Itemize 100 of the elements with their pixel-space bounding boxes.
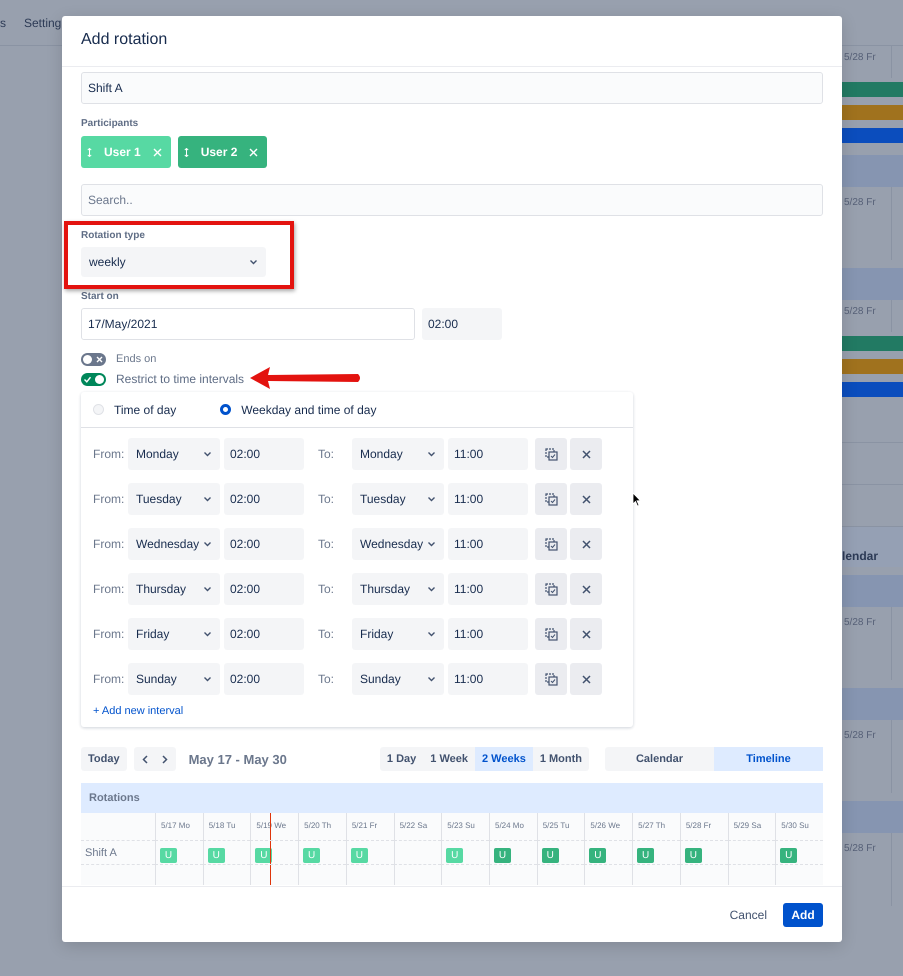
- remove-button[interactable]: [570, 483, 602, 515]
- time-field[interactable]: 02:00: [224, 438, 304, 470]
- chevron-right-icon: [162, 754, 168, 764]
- duplicate-icon: [544, 448, 558, 460]
- chevron-down-icon: [203, 496, 212, 502]
- day-header: 5/23 Su: [441, 813, 489, 841]
- day-dropdown[interactable]: Tuesday: [128, 483, 220, 515]
- dialog-title: Add rotation: [81, 31, 168, 49]
- close-icon: [152, 148, 162, 156]
- radio-option[interactable]: Weekday and time of day: [220, 402, 376, 416]
- remove-button[interactable]: [570, 573, 602, 605]
- group-band: [842, 155, 903, 187]
- name-field[interactable]: Shift A: [81, 72, 823, 104]
- period-tab[interactable]: 1 Week: [423, 747, 475, 771]
- day-dropdown[interactable]: Monday: [128, 438, 220, 470]
- duplicate-icon: [544, 492, 558, 506]
- close-icon: [582, 630, 590, 638]
- from-label: From:: [93, 582, 126, 596]
- view-tab[interactable]: Calendar: [605, 747, 714, 771]
- from-label: From:: [93, 447, 126, 461]
- time-field[interactable]: 02:00: [422, 308, 502, 340]
- remove-button[interactable]: [570, 618, 602, 650]
- day-dropdown[interactable]: Thursday: [128, 573, 220, 605]
- chevron-down-icon: [203, 586, 212, 592]
- period-tab[interactable]: 1 Day: [380, 747, 424, 771]
- time-field[interactable]: 11:00: [448, 618, 528, 650]
- toggle-switch[interactable]: [81, 352, 106, 366]
- date-field[interactable]: 17/May/2021: [81, 308, 415, 340]
- day-dropdown[interactable]: Thursday: [352, 573, 444, 605]
- day-dropdown[interactable]: Sunday: [128, 663, 220, 695]
- time-field[interactable]: 02:00: [224, 483, 304, 515]
- period-tab[interactable]: 2 Weeks: [475, 747, 533, 771]
- time-field[interactable]: 02:00: [224, 663, 304, 695]
- time-field[interactable]: 11:00: [448, 528, 528, 560]
- day-header: 5/29 Sa: [728, 813, 776, 841]
- chevron-down-icon: [203, 631, 212, 637]
- remove-button[interactable]: [570, 438, 602, 470]
- remove-button[interactable]: [570, 528, 602, 560]
- cross-icon: [96, 356, 103, 362]
- chevron-down-icon: [203, 676, 212, 682]
- duplicate-button[interactable]: [535, 438, 567, 470]
- time-field[interactable]: 11:00: [448, 483, 528, 515]
- day-dropdown[interactable]: Sunday: [352, 663, 444, 695]
- date-range: May 17 - May 30: [188, 752, 287, 766]
- search-field[interactable]: Search..: [81, 184, 823, 216]
- add-interval-link[interactable]: + Add new interval: [81, 695, 196, 727]
- time-field[interactable]: 02:00: [224, 573, 304, 605]
- rotation-type-dropdown[interactable]: weekly: [81, 247, 266, 277]
- to-label: To:: [318, 672, 336, 686]
- duplicate-icon: [544, 538, 558, 550]
- background-tab[interactable]: lendar: [842, 527, 903, 567]
- day-header: 5/30 Su: [775, 813, 823, 841]
- cancel-button[interactable]: Cancel: [730, 908, 767, 922]
- day-dropdown[interactable]: Monday: [352, 438, 444, 470]
- radio-option[interactable]: Time of day: [93, 402, 176, 416]
- add-button[interactable]: Add: [783, 902, 823, 926]
- time-field[interactable]: 11:00: [448, 438, 528, 470]
- chevron-down-icon: [203, 541, 212, 547]
- day-dropdown[interactable]: Friday: [128, 618, 220, 650]
- duplicate-button[interactable]: [535, 618, 567, 650]
- close-icon: [582, 540, 590, 548]
- to-label: To:: [318, 627, 336, 641]
- time-field[interactable]: 02:00: [224, 528, 304, 560]
- from-label: From:: [93, 672, 126, 686]
- chip-label: User 1: [104, 145, 141, 159]
- shift-marker: U: [542, 848, 559, 863]
- radio-button[interactable]: [220, 404, 232, 415]
- day-dropdown[interactable]: Wednesday: [128, 528, 220, 560]
- remove-button[interactable]: [570, 663, 602, 695]
- duplicate-button[interactable]: [535, 528, 567, 560]
- day-dropdown[interactable]: Friday: [352, 618, 444, 650]
- chevron-down-icon: [249, 259, 258, 265]
- day-dropdown[interactable]: Tuesday: [352, 483, 444, 515]
- period-tab[interactable]: 1 Month: [532, 747, 589, 771]
- chevron-left-icon: [142, 754, 148, 764]
- day-dropdown[interactable]: Wednesday: [352, 528, 444, 560]
- time-field[interactable]: 02:00: [224, 618, 304, 650]
- group-band: [842, 801, 903, 833]
- nav-link[interactable]: s: [0, 16, 6, 30]
- time-field[interactable]: 11:00: [448, 573, 528, 605]
- close-icon: [249, 148, 258, 156]
- close-icon: [582, 494, 590, 504]
- day-header: 5/22 Sa: [394, 813, 442, 841]
- field-label: Rotation type: [81, 230, 146, 241]
- from-label: From:: [93, 627, 126, 641]
- duplicate-button[interactable]: [535, 483, 567, 515]
- day-header: 5/26 We: [584, 813, 632, 841]
- time-field[interactable]: 11:00: [448, 663, 528, 695]
- duplicate-button[interactable]: [535, 573, 567, 605]
- to-label: To:: [318, 447, 336, 461]
- nav-link[interactable]: Setting: [24, 16, 62, 30]
- chevron-down-icon: [427, 541, 436, 547]
- view-tab[interactable]: Timeline: [714, 747, 823, 771]
- toggle-switch[interactable]: [81, 372, 106, 386]
- duplicate-button[interactable]: [535, 663, 567, 695]
- duplicate-icon: [544, 672, 558, 686]
- today-button[interactable]: Today: [81, 747, 127, 771]
- day-header: 5/17 Mo: [155, 813, 203, 841]
- day-header: 5/25 Tu: [536, 813, 584, 841]
- day-header: 5/20 Th: [298, 813, 346, 841]
